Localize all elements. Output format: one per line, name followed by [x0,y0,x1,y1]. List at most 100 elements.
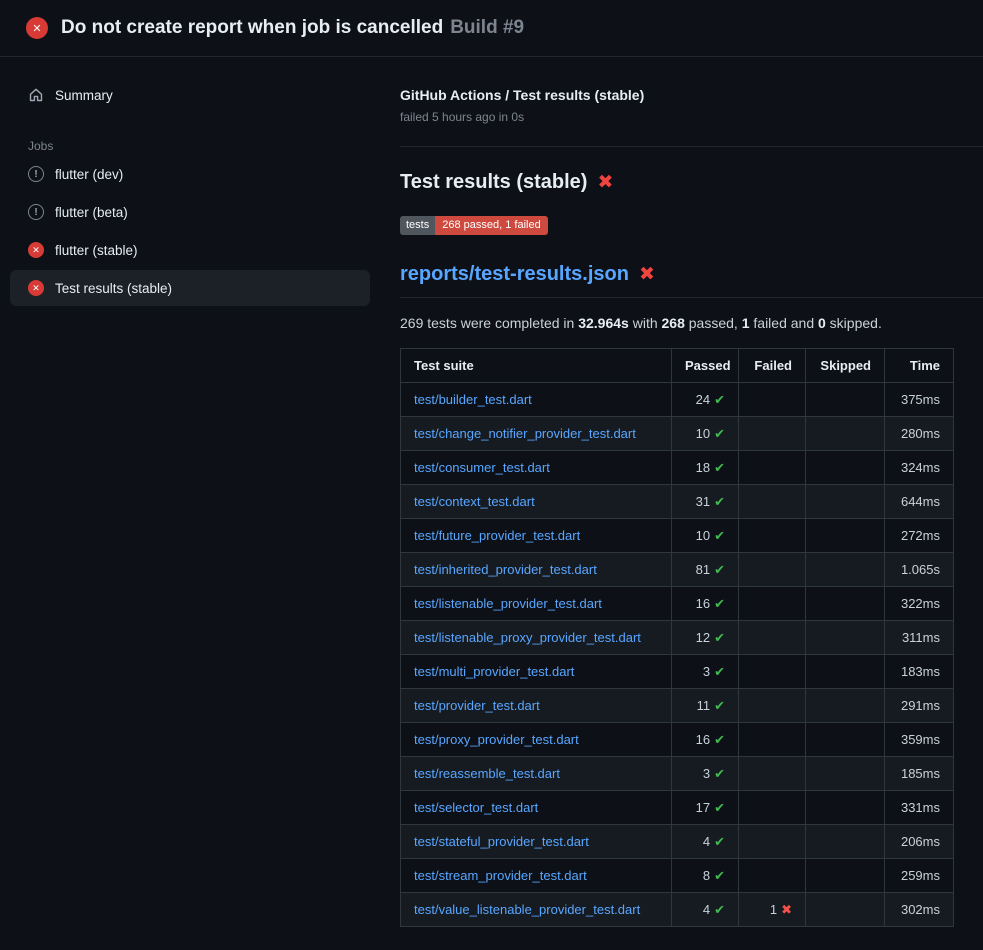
jobs-list: !flutter (dev)!flutter (beta)✕flutter (s… [0,156,380,306]
cross-icon: ✖ [781,902,792,917]
skipped-cell [806,553,885,587]
passed-count: 16 [696,596,710,611]
table-row: test/inherited_provider_test.dart 81✔ 1.06… [401,553,954,587]
report-heading-row: reports/test-results.json ✖ [400,263,983,298]
jobs-section-label: Jobs [10,139,370,153]
passed-cell: 11✔ [672,689,739,723]
summary-segment: skipped. [826,315,882,331]
passed-cell: 10✔ [672,417,739,451]
passed-count: 31 [696,494,710,509]
test-suite-link[interactable]: test/inherited_provider_test.dart [414,562,597,577]
sidebar-job-flutter-stable[interactable]: ✕flutter (stable) [10,232,370,268]
passed-cell: 16 ✔ [672,587,739,621]
check-icon: ✔ [714,868,725,883]
test-suite-link[interactable]: test/change_notifier_provider_test.dart [414,426,636,441]
check-icon: ✔ [714,766,725,781]
suite-cell: test/provider_test.dart [401,689,672,723]
report-title-link[interactable]: reports/test-results.json [400,263,629,286]
build-number: Build #9 [450,17,524,38]
time-cell: 185ms [885,757,954,791]
time-cell: 259ms [885,859,954,893]
passed-cell: 4✔ [672,893,739,927]
failed-cell [739,791,806,825]
test-suite-link[interactable]: test/future_provider_test.dart [414,528,580,543]
failed-cell [739,383,806,417]
sidebar-job-flutter-dev[interactable]: !flutter (dev) [10,156,370,192]
suite-cell: test/selector_test.dart [401,791,672,825]
failed-cross-icon: ✖ [639,265,655,284]
time-cell: 272ms [885,519,954,553]
check-icon: ✔ [714,596,725,611]
failed-cell [739,451,806,485]
test-suite-link[interactable]: test/stateful_provider_test.dart [414,834,589,849]
failed-cell [739,519,806,553]
skipped-cell [806,655,885,689]
skipped-cell [806,451,885,485]
time-cell: 644ms [885,485,954,519]
test-suite-link[interactable]: test/provider_test.dart [414,698,540,713]
test-suite-link[interactable]: test/reassemble_test.dart [414,766,560,781]
suite-cell: test/change_notifier_provider_test.dart [401,417,672,451]
sidebar-job-flutter-beta[interactable]: !flutter (beta) [10,194,370,230]
passed-count: 8 [703,868,710,883]
time-cell: 1.065s [885,553,954,587]
time-cell: 206ms [885,825,954,859]
test-suite-link[interactable]: test/consumer_test.dart [414,460,550,475]
passed-cell: 81✔ [672,553,739,587]
summary-segment: 269 tests were completed in [400,315,578,331]
test-suite-link[interactable]: test/value_listenable_provider_test.dart [414,902,640,917]
column-header: Passed [672,349,739,383]
tests-badge: tests 268 passed, 1 failed [400,216,548,235]
passed-cell: 16✔ [672,723,739,757]
home-icon [28,87,44,103]
time-cell: 331ms [885,791,954,825]
check-icon: ✔ [714,392,725,407]
check-icon: ✔ [714,494,725,509]
results-summary: 269 tests were completed in 32.964s with… [400,315,983,331]
suite-cell: test/multi_provider_test.dart [401,655,672,689]
time-cell: 280ms [885,417,954,451]
suite-cell: test/stateful_provider_test.dart [401,825,672,859]
test-suite-link[interactable]: test/listenable_provider_test.dart [414,596,602,611]
main-content: GitHub Actions / Test results (stable) f… [380,57,983,927]
time-cell: 291ms [885,689,954,723]
test-suite-link[interactable]: test/stream_provider_test.dart [414,868,587,883]
failed-cell [739,723,806,757]
section-title: Test results (stable) [400,171,587,194]
failed-cell [739,655,806,689]
skipped-cell [806,791,885,825]
summary-segment: with [629,315,662,331]
test-suite-link[interactable]: test/multi_provider_test.dart [414,664,574,679]
failed-cell [739,825,806,859]
column-header: Skipped [806,349,885,383]
suite-cell: test/future_provider_test.dart [401,519,672,553]
passed-cell: 4✔ [672,825,739,859]
passed-count: 24 [696,392,710,407]
check-icon: ✔ [714,902,725,917]
skipped-cell [806,587,885,621]
sidebar-item-summary[interactable]: Summary [10,79,370,111]
check-icon: ✔ [714,528,725,543]
passed-count: 3 [703,766,710,781]
check-icon: ✔ [714,664,725,679]
test-suite-link[interactable]: test/selector_test.dart [414,800,538,815]
table-header-row: Test suitePassedFailedSkippedTime [401,349,954,383]
table-row: test/multi_provider_test.dart3✔183ms [401,655,954,689]
table-row: test/proxy_provider_test.dart16✔359ms [401,723,954,757]
passed-count: 16 [696,732,710,747]
passed-count: 4 [703,902,710,917]
sidebar-job-test-results-stable[interactable]: ✕Test results (stable) [10,270,370,306]
passed-count: 10 [696,528,710,543]
test-suite-link[interactable]: test/context_test.dart [414,494,535,509]
suite-cell: test/stream_provider_test.dart [401,859,672,893]
test-suite-link[interactable]: test/builder_test.dart [414,392,532,407]
passed-count: 81 [696,562,710,577]
failed-cell [739,689,806,723]
passed-count: 12 [696,630,710,645]
table-row: test/selector_test.dart17✔331ms [401,791,954,825]
passed-cell: 18✔ [672,451,739,485]
passed-count: 17 [696,800,710,815]
passed-cell: 3✔ [672,757,739,791]
test-suite-link[interactable]: test/listenable_proxy_provider_test.dart [414,630,641,645]
test-suite-link[interactable]: test/proxy_provider_test.dart [414,732,579,747]
